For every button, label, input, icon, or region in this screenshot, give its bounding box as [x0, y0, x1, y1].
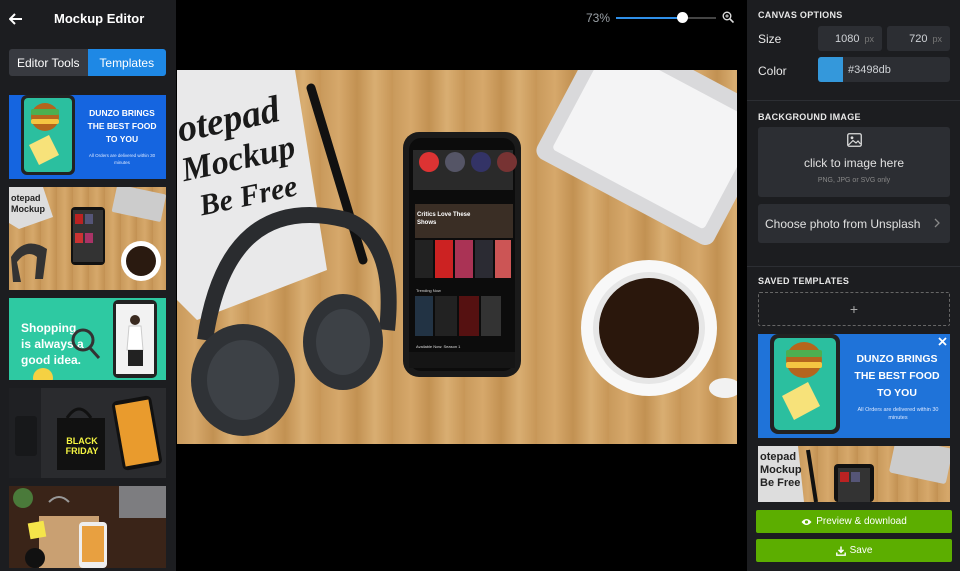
svg-text:Be Free: Be Free	[760, 477, 800, 489]
left-sidebar: Mockup Editor Editor Tools Templates DUN…	[0, 0, 176, 571]
size-label: Size	[758, 32, 782, 46]
image-icon	[847, 133, 862, 147]
template-subtitle: All Orders are delivered within 30 minut…	[88, 153, 156, 165]
save-button[interactable]: Save	[756, 539, 952, 562]
preview-download-label: Preview & download	[816, 516, 907, 527]
zoom-in-icon[interactable]	[722, 11, 734, 23]
save-label: Save	[849, 545, 873, 556]
mockup-canvas[interactable]: otepad Mockup Be Free Critics Love These…	[177, 70, 737, 444]
action-bar: Preview & download Save	[747, 502, 960, 571]
mockup-editor-app: Mockup Editor Editor Tools Templates DUN…	[0, 0, 960, 571]
saved-template-title: DUNZO BRINGS THE BEST FOOD TO YOU	[854, 353, 940, 399]
sidebar-header: Mockup Editor	[0, 0, 176, 37]
desk-mockup-image	[13, 486, 166, 568]
svg-text:Mockup: Mockup	[760, 464, 802, 476]
back-arrow-icon[interactable]	[9, 12, 23, 26]
canvas-area: 73% otepad Mockup Be Free Critics Love T…	[176, 0, 747, 571]
image-upload-dropzone[interactable]: click to image here PNG, JPG or SVG only	[758, 127, 950, 197]
template-list: DUNZO BRINGS THE BEST FOOD TO YOU All Or…	[9, 95, 166, 571]
saved-template-dunzo[interactable]: DUNZO BRINGS THE BEST FOOD TO YOU All Or…	[758, 334, 950, 438]
color-swatch[interactable]	[818, 57, 843, 82]
template-thumb-dunzo[interactable]: DUNZO BRINGS THE BEST FOOD TO YOU All Or…	[9, 95, 166, 179]
width-input[interactable]: 1080 px	[818, 26, 882, 51]
template-title: BLACK FRIDAY	[65, 436, 99, 456]
close-icon[interactable]	[938, 337, 947, 346]
template-thumb-black-friday[interactable]: BLACK FRIDAY	[9, 388, 166, 478]
canvas-options-title: CANVAS OPTIONS	[758, 10, 843, 20]
height-value: 720	[909, 32, 928, 45]
svg-text:Mockup: Mockup	[11, 204, 46, 214]
saved-template-notepad[interactable]: otepad Mockup Be Free	[758, 446, 950, 502]
shopping-phone-image	[33, 300, 157, 380]
tab-templates[interactable]: Templates	[87, 49, 166, 76]
app-title: Mockup Editor	[54, 11, 145, 26]
add-template-button[interactable]: +	[758, 292, 950, 326]
template-thumb-desk[interactable]	[9, 486, 166, 568]
divider	[747, 100, 960, 101]
template-thumb-notepad[interactable]: otepad Mockup	[9, 187, 166, 290]
tab-editor-tools[interactable]: Editor Tools	[9, 49, 88, 76]
width-value: 1080	[835, 32, 860, 45]
chevron-right-icon	[934, 218, 940, 228]
sidebar-tabs: Editor Tools Templates	[9, 49, 166, 76]
zoom-slider-handle[interactable]	[677, 12, 688, 23]
phone-available-label: Available Now: Season 1	[416, 344, 461, 349]
download-icon	[835, 546, 846, 556]
width-unit: px	[864, 33, 874, 44]
color-hex-value: #3498db	[848, 63, 891, 76]
color-input[interactable]: #3498db	[818, 57, 950, 82]
height-unit: px	[932, 33, 942, 44]
background-image-title: BACKGROUND IMAGE	[758, 112, 861, 122]
phone-show-heading: Critics Love These Shows	[417, 212, 471, 226]
notepad-mockup-image: otepad Mockup Be Free	[758, 446, 950, 502]
upload-hint: PNG, JPG or SVG only	[817, 177, 891, 184]
saved-templates-title: SAVED TEMPLATES	[758, 276, 850, 286]
unsplash-label: Choose photo from Unsplash	[765, 216, 921, 231]
svg-text:otepad: otepad	[11, 193, 41, 203]
unsplash-button[interactable]: Choose photo from Unsplash	[758, 204, 950, 243]
cup-handle	[709, 378, 737, 398]
zoom-percentage: 73%	[586, 11, 611, 25]
notepad-mockup-image: otepad Mockup	[9, 187, 166, 282]
template-title: DUNZO BRINGS THE BEST FOOD TO YOU	[87, 108, 157, 144]
eye-icon	[801, 518, 812, 525]
phone-trending-label: Trending Now	[416, 288, 441, 293]
right-panel: CANVAS OPTIONS Size 1080 px 720 px Color…	[747, 0, 960, 571]
saved-template-subtitle: All Orders are delivered within 30 minut…	[857, 407, 939, 421]
svg-text:otepad: otepad	[760, 451, 796, 463]
canvas-scene: otepad Mockup Be Free	[177, 70, 737, 436]
preview-download-button[interactable]: Preview & download	[756, 510, 952, 533]
zoom-slider-fill	[616, 17, 683, 19]
upload-text: click to image here	[803, 156, 905, 170]
color-label: Color	[758, 64, 787, 78]
template-thumb-shopping[interactable]: Shopping is always a good idea.	[9, 298, 166, 380]
height-input[interactable]: 720 px	[887, 26, 950, 51]
black-friday-bag-image	[9, 388, 162, 478]
divider	[747, 266, 960, 267]
zoom-slider[interactable]	[616, 12, 716, 23]
